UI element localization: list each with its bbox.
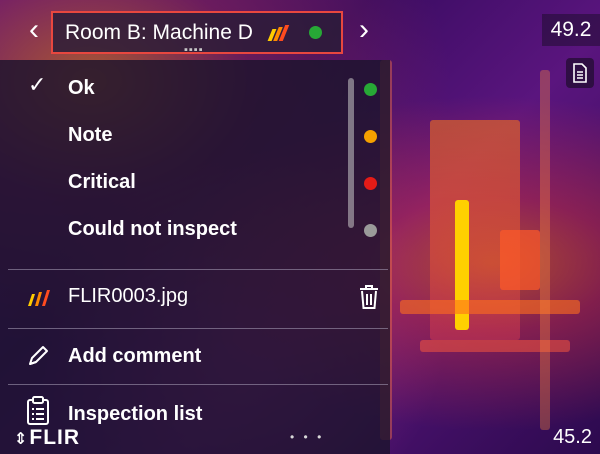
add-comment-row[interactable]: Add comment	[0, 332, 390, 382]
status-option-critical[interactable]: Critical	[0, 158, 390, 204]
top-bar: ‹ Room B: Machine D › ▪▪▪▪ 49.2	[0, 0, 600, 88]
status-dot	[308, 26, 322, 39]
flir-image-icon	[26, 288, 52, 313]
divider	[8, 269, 388, 270]
status-dot-gray	[364, 224, 377, 237]
pencil-icon	[26, 344, 50, 373]
status-option-note[interactable]: Note	[0, 111, 390, 157]
status-dot-red	[364, 177, 377, 190]
flir-image-icon	[267, 24, 291, 42]
temperature-max-readout: 49.2	[542, 14, 600, 46]
drag-handle[interactable]: ▪▪▪▪	[184, 44, 204, 56]
image-attachment-row[interactable]: FLIR0003.jpg	[0, 272, 390, 322]
document-icon[interactable]	[566, 58, 594, 88]
divider	[8, 384, 388, 385]
scrollbar[interactable]	[348, 78, 354, 228]
check-icon: ✓	[28, 72, 47, 97]
chevron-left-icon[interactable]: ‹	[14, 8, 54, 52]
temperature-min-readout: 45.2	[553, 426, 592, 448]
status-option-label: Critical	[68, 171, 136, 193]
add-comment-label: Add comment	[68, 345, 202, 367]
status-option-label: Could not inspect	[68, 218, 237, 240]
image-filename: FLIR0003.jpg	[68, 285, 189, 307]
status-option-label: Ok	[68, 77, 95, 99]
status-dot-orange	[364, 130, 377, 143]
inspection-list-label: Inspection list	[68, 403, 203, 425]
flir-logo-arrow-icon: ⇕	[14, 431, 29, 448]
inspection-menu-panel: ✓ Ok Note Critical Could not inspect FLI…	[0, 60, 390, 454]
divider	[8, 328, 388, 329]
status-option-could-not-inspect[interactable]: Could not inspect	[0, 205, 390, 251]
status-dot-green	[364, 83, 377, 96]
flir-logo: ⇕FLIR	[14, 426, 80, 450]
trash-icon[interactable]	[358, 284, 380, 315]
status-option-ok[interactable]: ✓ Ok	[0, 64, 390, 110]
flir-logo-text: FLIR	[29, 426, 81, 449]
bottom-drag-handle[interactable]: • • •	[290, 430, 324, 444]
status-option-label: Note	[68, 124, 113, 146]
page-title: Room B: Machine D	[65, 20, 253, 44]
chevron-right-icon[interactable]: ›	[344, 8, 384, 52]
